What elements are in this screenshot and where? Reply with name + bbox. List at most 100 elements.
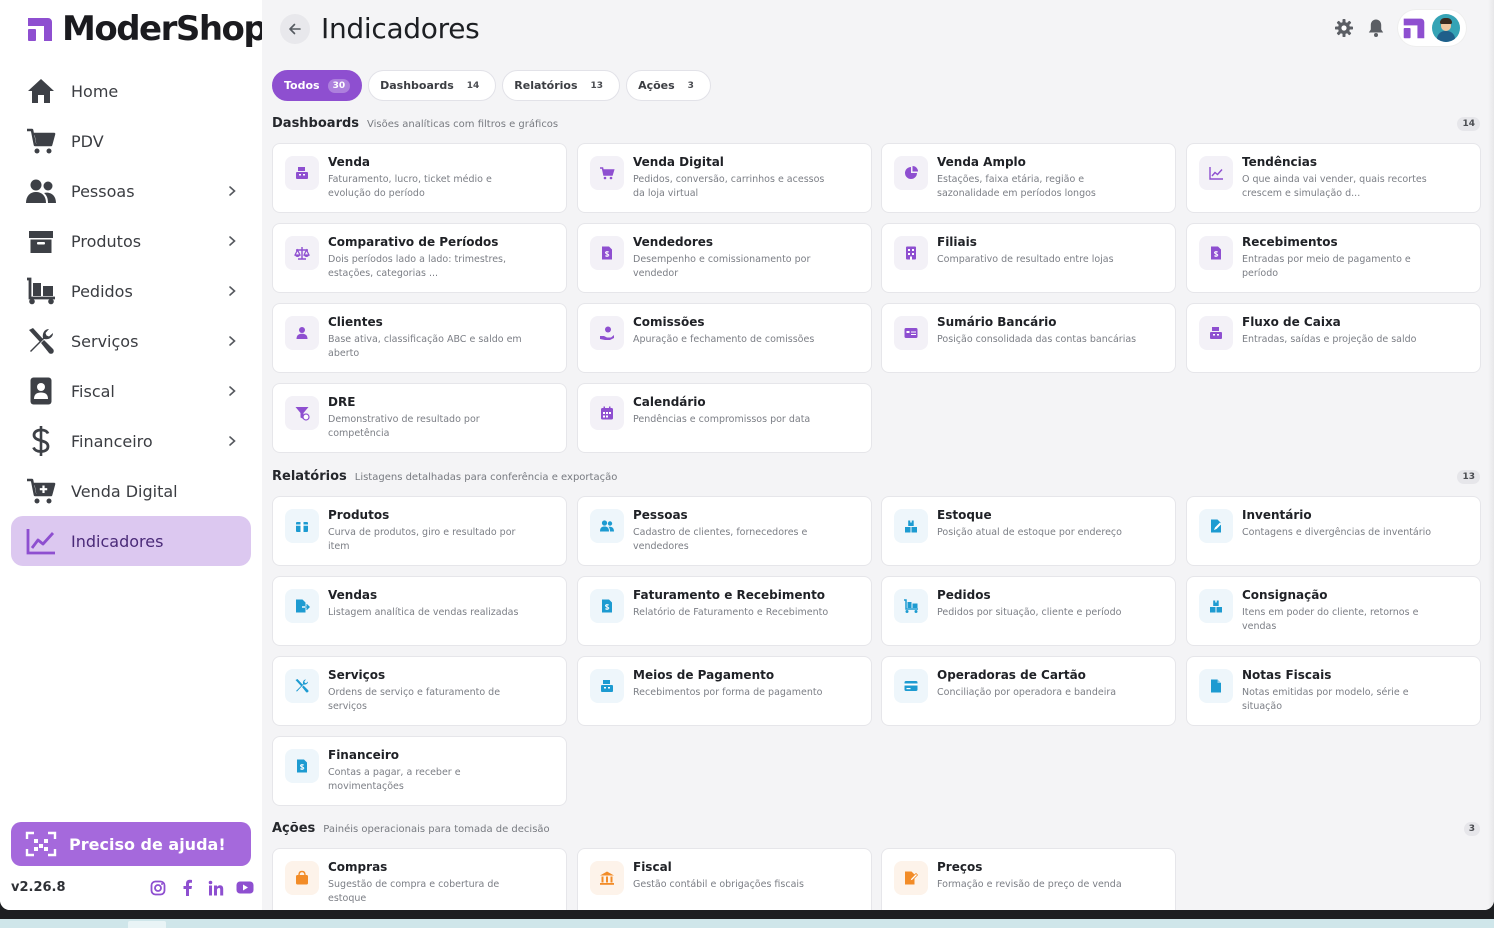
indicator-card[interactable]: DRE Demonstrativo de resultado por compet…: [272, 383, 567, 453]
card-title: Serviços: [328, 668, 386, 682]
bank-icon: [590, 861, 624, 895]
indicator-card[interactable]: Vendas Listagem analítica de vendas reali…: [272, 576, 567, 646]
indicator-card[interactable]: Financeiro Contas a pagar, a receber e mo…: [272, 736, 567, 806]
indicator-card[interactable]: Meios de Pagamento Recebimentos por forma…: [577, 656, 872, 726]
hand-coin-icon: [590, 316, 624, 350]
tab-relatorios[interactable]: Relatórios 13: [502, 70, 621, 101]
sidebar-item-pedidos[interactable]: Pedidos: [11, 266, 251, 316]
cash-register-icon: [1199, 316, 1233, 350]
card-description: O que ainda vai vender, quais recortes c…: [1242, 174, 1427, 199]
header-actions: [1324, 10, 1466, 46]
sidebar-item-label: Fiscal: [71, 381, 115, 401]
indicator-card[interactable]: Notas Fiscais Notas emitidas por modelo, …: [1186, 656, 1481, 726]
indicator-card[interactable]: Recebimentos Entradas por meio de pagamen…: [1186, 223, 1481, 293]
card-description: Pedidos por situação, cliente e período: [937, 607, 1122, 618]
indicator-card[interactable]: Comparativo de Períodos Dois períodos lad…: [272, 223, 567, 293]
indicator-card[interactable]: Faturamento e Recebimento Relatório de Fa…: [577, 576, 872, 646]
indicator-card[interactable]: Sumário Bancário Posição consolidada das …: [881, 303, 1176, 373]
indicator-card[interactable]: Estoque Posição atual de estoque por ende…: [881, 496, 1176, 566]
boxes-icon: [894, 509, 928, 543]
indicator-card[interactable]: Tendências O que ainda vai vender, quais …: [1186, 143, 1481, 213]
card-title: Pessoas: [633, 508, 688, 522]
section-title: Dashboards: [272, 116, 360, 131]
sidebar-item-home[interactable]: Home: [11, 66, 251, 116]
tab-dashboards[interactable]: Dashboards 14: [368, 70, 497, 101]
tab-count-badge: 14: [466, 80, 480, 91]
indicator-card[interactable]: Inventário Contagens e divergências de in…: [1186, 496, 1481, 566]
people-icon: [590, 509, 624, 543]
sidebar-item-fiscal[interactable]: Fiscal: [11, 366, 251, 416]
tab-label: Dashboards: [380, 79, 454, 92]
linkedin-icon[interactable]: [206, 878, 225, 897]
sidebar-item-pdv[interactable]: PDV: [11, 116, 251, 166]
sidebar-item-pessoas[interactable]: Pessoas: [11, 166, 251, 216]
section-count-badge: 3: [1463, 822, 1480, 836]
indicator-card[interactable]: Venda Faturamento, lucro, ticket médio e …: [272, 143, 567, 213]
notifications-button[interactable]: [1364, 16, 1388, 40]
card-description: Dois períodos lado a lado: trimestres, e…: [328, 254, 507, 279]
indicator-card[interactable]: Venda Digital Pedidos, conversão, carrinh…: [577, 143, 872, 213]
help-button[interactable]: Preciso de ajuda!: [11, 822, 251, 866]
sidebar-item-financeiro[interactable]: Financeiro: [11, 416, 251, 466]
card-title: Meios de Pagamento: [633, 668, 775, 682]
logo[interactable]: ModerShop: [26, 12, 268, 46]
instagram-icon[interactable]: [148, 878, 167, 897]
indicator-card[interactable]: Fluxo de Caixa Entradas, saídas e projeçã…: [1186, 303, 1481, 373]
card-title: Notas Fiscais: [1242, 668, 1332, 682]
section-header: Ações Painéis operacionais para tomada de…: [272, 821, 1480, 841]
indicator-card[interactable]: Pedidos Pedidos por situação, cliente e p…: [881, 576, 1176, 646]
sidebar-item-label: Home: [71, 81, 119, 101]
card-title: Vendedores: [633, 235, 714, 249]
chevron-right-icon: [225, 233, 239, 247]
indicator-card[interactable]: Produtos Curva de produtos, giro e result…: [272, 496, 567, 566]
bank-card-icon: [894, 316, 928, 350]
file-price-icon: [894, 861, 928, 895]
settings-button[interactable]: [1332, 16, 1356, 40]
indicator-card[interactable]: Fiscal Gestão contábil e obrigações fisca…: [577, 848, 872, 910]
file-dollar-icon: [590, 589, 624, 623]
indicator-card[interactable]: Compras Sugestão de compra e cobertura de…: [272, 848, 567, 910]
user-icon: [285, 316, 319, 350]
indicator-card[interactable]: Vendedores Desempenho e comissionamento p…: [577, 223, 872, 293]
profile-menu[interactable]: [1398, 10, 1466, 46]
card-description: Estações, faixa etária, região e sazonal…: [937, 174, 1096, 199]
card-title: Venda Digital: [633, 155, 724, 169]
indicator-card[interactable]: Pessoas Cadastro de clientes, fornecedore…: [577, 496, 872, 566]
indicator-card[interactable]: Operadoras de Cartão Conciliação por oper…: [881, 656, 1176, 726]
sidebar-item-venda-digital[interactable]: Venda Digital: [11, 466, 251, 516]
back-button[interactable]: [280, 13, 310, 44]
funnel-dollar-icon: [285, 396, 319, 430]
scrollbar-track: [1488, 0, 1494, 910]
indicator-card[interactable]: Calendário Pendências e compromissos por …: [577, 383, 872, 453]
youtube-icon[interactable]: [235, 878, 254, 897]
sidebar-item-indicadores[interactable]: Indicadores: [11, 516, 251, 566]
gift-box-icon: [285, 509, 319, 543]
card-description: Listagem analítica de vendas realizadas: [328, 607, 519, 618]
card-title: Recebimentos: [1242, 235, 1338, 249]
help-qr-icon: [25, 831, 57, 857]
indicator-card[interactable]: Filiais Comparativo de resultado entre lo…: [881, 223, 1176, 293]
cash-register-icon: [285, 156, 319, 190]
indicator-card[interactable]: Clientes Base ativa, classificação ABC e …: [272, 303, 567, 373]
tab-acoes[interactable]: Ações 3: [626, 70, 711, 101]
sidebar-item-produtos[interactable]: Produtos: [11, 216, 251, 266]
indicator-card[interactable]: Preços Formação e revisão de preço de ven…: [881, 848, 1176, 910]
facebook-icon[interactable]: [177, 878, 196, 897]
dolly-icon: [25, 275, 57, 307]
card-title: Filiais: [937, 235, 977, 249]
card-title: Faturamento e Recebimento: [633, 588, 826, 602]
sidebar-item-servi-os[interactable]: Serviços: [11, 316, 251, 366]
card-title: Produtos: [328, 508, 390, 522]
dollar-icon: [25, 425, 57, 457]
card-description: Posição atual de estoque por endereço: [937, 527, 1122, 538]
indicator-card[interactable]: Serviços Ordens de serviço e faturamento …: [272, 656, 567, 726]
invoice-icon: [590, 236, 624, 270]
indicator-card[interactable]: Comissões Apuração e fechamento de comiss…: [577, 303, 872, 373]
card-description: Cadastro de clientes, fornecedores e ven…: [633, 527, 808, 552]
indicator-card[interactable]: Venda Amplo Estações, faixa etária, regiã…: [881, 143, 1176, 213]
indicator-card[interactable]: Consignação Itens em poder do cliente, re…: [1186, 576, 1481, 646]
badge-icon: [25, 375, 57, 407]
card-description: Gestão contábil e obrigações fiscais: [633, 879, 804, 890]
tab-todos[interactable]: Todos 30: [272, 70, 363, 101]
card-description: Sugestão de compra e cobertura de estoqu…: [328, 879, 500, 904]
